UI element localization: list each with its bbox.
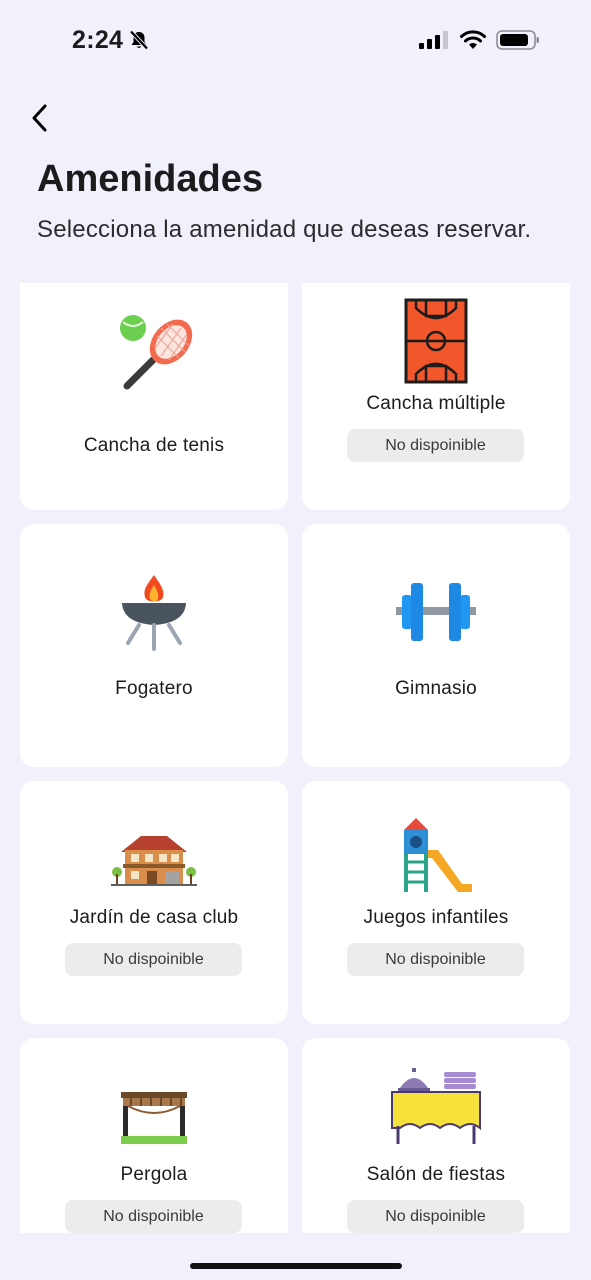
amenity-label: Jardín de casa club [69, 907, 239, 928]
status-badge: No dispoinible [65, 1200, 242, 1233]
amenity-card-pergola[interactable]: Pergola No dispoinible [20, 1038, 288, 1233]
grill-icon [20, 562, 288, 662]
pergola-icon [20, 1068, 288, 1168]
home-indicator[interactable] [190, 1263, 402, 1269]
amenity-card-playground[interactable]: Juegos infantiles No dispoinible [302, 781, 570, 1024]
status-badge: No dispoinible [347, 429, 524, 462]
page-title: Amenidades [37, 158, 263, 200]
amenity-label: Pergola [120, 1164, 188, 1185]
bell-muted-icon [128, 29, 150, 56]
status-badge: No dispoinible [65, 943, 242, 976]
amenity-label: Gimnasio [395, 678, 477, 699]
amenity-card-party-hall[interactable]: Salón de fiestas No dispoinible [302, 1038, 570, 1233]
amenity-card-gym[interactable]: Gimnasio [302, 524, 570, 767]
amenity-card-tennis[interactable]: Cancha de tenis [20, 283, 288, 510]
tennis-racket-icon [20, 295, 288, 395]
amenity-card-multi-court[interactable]: Cancha múltiple No dispoinible [302, 283, 570, 510]
signal-icon [419, 30, 449, 55]
playground-slide-icon [302, 805, 570, 905]
wifi-icon [459, 29, 487, 56]
basketball-court-icon [302, 291, 570, 391]
amenity-label: Cancha de tenis [83, 435, 225, 456]
chevron-left-icon [30, 103, 50, 138]
amenity-card-grill[interactable]: Fogatero [20, 524, 288, 767]
back-button[interactable] [22, 100, 58, 140]
amenity-label: Salón de fiestas [366, 1164, 506, 1185]
amenity-label: Juegos infantiles [363, 907, 509, 928]
dumbbell-icon [302, 562, 570, 662]
status-bar: 2:24 [0, 0, 591, 80]
amenity-label: Cancha múltiple [366, 393, 506, 414]
battery-icon [496, 29, 540, 56]
page-subtitle: Selecciona la amenidad que deseas reserv… [37, 216, 532, 243]
status-badge: No dispoinible [347, 943, 524, 976]
amenity-label: Fogatero [115, 678, 193, 699]
amenity-card-clubhouse-garden[interactable]: Jardín de casa club No dispoinible [20, 781, 288, 1024]
status-badge: No dispoinible [347, 1200, 524, 1233]
clubhouse-icon [20, 809, 288, 909]
amenities-grid: Cancha de tenis Cancha múltiple No dispo… [0, 283, 591, 1233]
status-time: 2:24 [72, 26, 124, 54]
party-hall-icon [302, 1056, 570, 1156]
